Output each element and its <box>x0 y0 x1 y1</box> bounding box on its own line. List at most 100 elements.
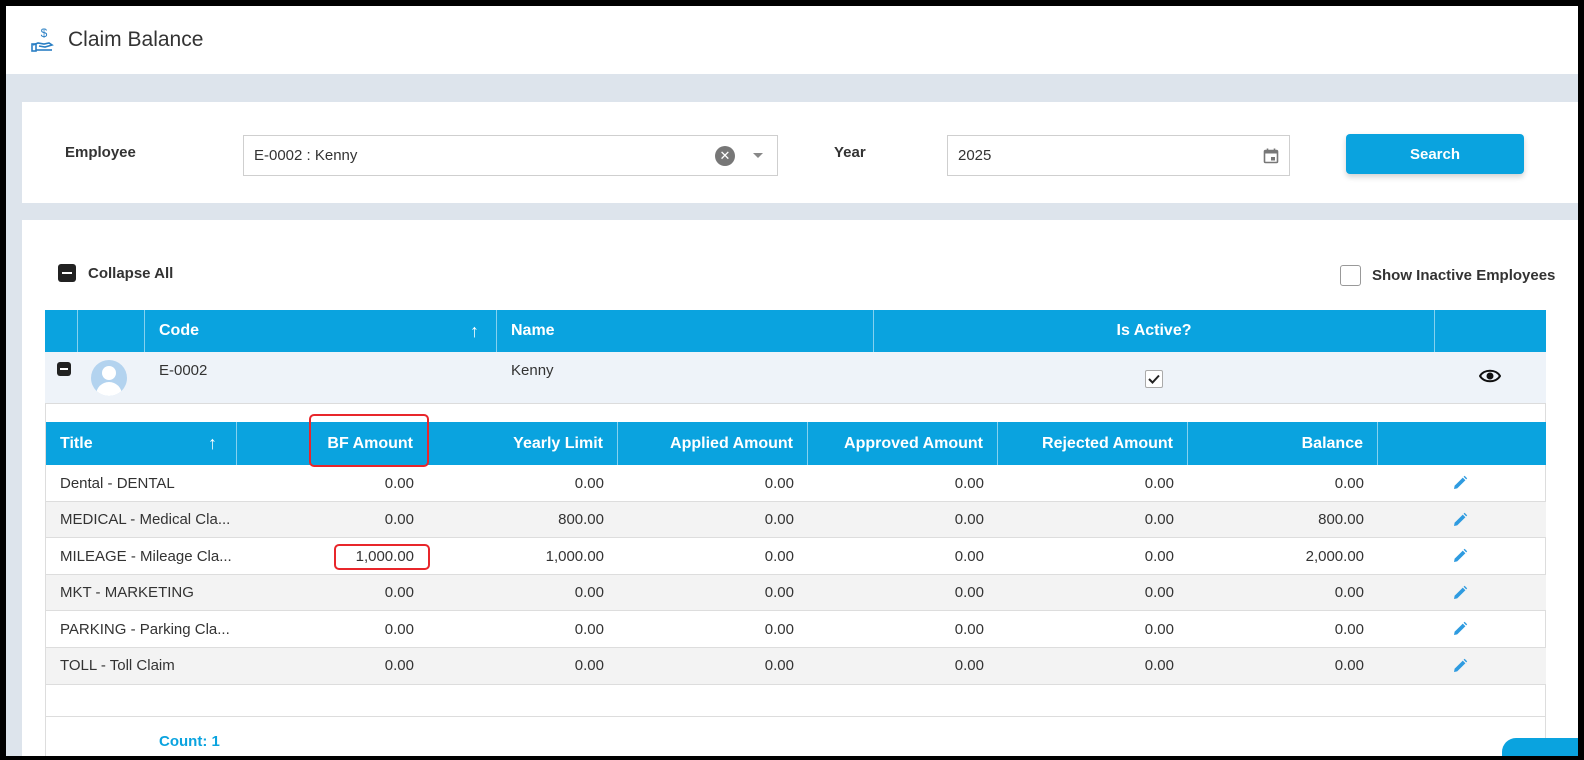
claim-applied-amount: 0.00 <box>764 657 794 675</box>
year-input[interactable]: 2025 <box>947 135 1290 176</box>
table-row[interactable]: TOLL - Toll Claim 0.00 0.00 0.00 0.00 0.… <box>46 647 1546 685</box>
claim-bf-amount: 0.00 <box>384 474 414 492</box>
claim-balance: 0.00 <box>1334 620 1364 638</box>
claim-approved-amount: 0.00 <box>954 584 984 602</box>
header-yearly-limit[interactable]: Yearly Limit <box>428 422 618 465</box>
header-rejected-amount[interactable]: Rejected Amount <box>998 422 1188 465</box>
claim-title: MILEAGE - Mileage Cla... <box>60 547 232 565</box>
header-avatar-col <box>78 310 145 352</box>
header-approved-amount[interactable]: Approved Amount <box>808 422 998 465</box>
claim-bf-amount: 0.00 <box>384 584 414 602</box>
claim-rejected-amount: 0.00 <box>1144 511 1174 529</box>
check-icon <box>1148 374 1160 384</box>
header-expand-col <box>45 310 78 352</box>
claim-yearly-limit: 0.00 <box>574 474 604 492</box>
svg-text:$: $ <box>41 26 48 40</box>
row-collapse-icon[interactable] <box>57 362 71 376</box>
header-balance-label: Balance <box>1301 434 1363 452</box>
claim-rejected-amount: 0.00 <box>1144 657 1174 675</box>
claim-bf-amount: 0.00 <box>384 511 414 529</box>
employee-select[interactable]: E-0002 : Kenny ✕ <box>243 135 778 176</box>
clear-icon[interactable]: ✕ <box>715 145 735 166</box>
header-code-label: Code <box>159 322 199 339</box>
claim-yearly-limit: 1,000.00 <box>545 547 604 565</box>
sort-asc-icon[interactable]: ↑ <box>470 321 479 342</box>
claim-title: Dental - DENTAL <box>60 474 175 492</box>
edit-pencil-icon[interactable] <box>1452 658 1468 674</box>
grid-header: Code ↑ Name Is Active? <box>45 310 1546 352</box>
claim-applied-amount: 0.00 <box>764 511 794 529</box>
claim-approved-amount: 0.00 <box>954 511 984 529</box>
chevron-down-icon[interactable] <box>753 153 763 158</box>
claim-yearly-limit: 0.00 <box>574 584 604 602</box>
filter-panel: Employee E-0002 : Kenny ✕ Year 2025 Sear… <box>22 102 1578 203</box>
edit-pencil-icon[interactable] <box>1452 548 1468 564</box>
header-rejected-amount-label: Rejected Amount <box>1042 434 1173 452</box>
claim-detail-grid: Title ↑ BF Amount Yearly Limit Applied A… <box>45 404 1546 716</box>
calendar-icon[interactable] <box>1263 148 1279 164</box>
header-applied-amount[interactable]: Applied Amount <box>618 422 808 465</box>
table-row[interactable]: E-0002 Kenny <box>45 352 1546 404</box>
header-actions-col <box>1435 310 1546 352</box>
header-code[interactable]: Code ↑ <box>145 310 497 352</box>
edit-pencil-icon[interactable] <box>1452 585 1468 601</box>
claim-rows: Dental - DENTAL 0.00 0.00 0.00 0.00 0.00… <box>46 465 1546 685</box>
page-header: $ Claim Balance <box>6 6 1578 74</box>
highlight-box-bf-value <box>334 544 430 570</box>
year-label: Year <box>834 144 866 161</box>
header-title[interactable]: Title ↑ <box>46 422 237 465</box>
claim-rejected-amount: 0.00 <box>1144 547 1174 565</box>
claim-balance: 0.00 <box>1334 584 1364 602</box>
sort-asc-icon[interactable]: ↑ <box>208 433 217 454</box>
header-name[interactable]: Name <box>497 310 874 352</box>
table-row[interactable]: PARKING - Parking Cla... 0.00 0.00 0.00 … <box>46 611 1546 648</box>
claim-bf-amount: 0.00 <box>384 620 414 638</box>
claim-approved-amount: 0.00 <box>954 620 984 638</box>
highlight-box-bf-header <box>309 414 429 467</box>
claim-title: MEDICAL - Medical Cla... <box>60 511 231 529</box>
claim-yearly-limit: 0.00 <box>574 657 604 675</box>
hand-coin-icon: $ <box>31 26 54 52</box>
claim-approved-amount: 0.00 <box>954 474 984 492</box>
claim-applied-amount: 0.00 <box>764 547 794 565</box>
show-inactive-toggle[interactable]: Show Inactive Employees <box>1340 265 1555 286</box>
claim-balance: 2,000.00 <box>1305 547 1364 565</box>
header-is-active-label: Is Active? <box>1116 322 1192 339</box>
edit-pencil-icon[interactable] <box>1452 621 1468 637</box>
table-row[interactable]: Dental - DENTAL 0.00 0.00 0.00 0.00 0.00… <box>46 465 1546 502</box>
edit-pencil-icon[interactable] <box>1452 475 1468 491</box>
claim-applied-amount: 0.00 <box>764 584 794 602</box>
table-row[interactable]: MEDICAL - Medical Cla... 0.00 800.00 0.0… <box>46 501 1546 539</box>
claim-title: MKT - MARKETING <box>60 584 194 602</box>
eye-icon[interactable] <box>1479 368 1501 384</box>
grid-footer: Count: 1 <box>45 716 1546 756</box>
record-count: Count: 1 <box>159 733 220 750</box>
claim-approved-amount: 0.00 <box>954 657 984 675</box>
year-input-value: 2025 <box>958 147 992 164</box>
collapse-all-button[interactable]: Collapse All <box>58 264 173 282</box>
search-button[interactable]: Search <box>1346 134 1524 174</box>
table-row[interactable]: MKT - MARKETING 0.00 0.00 0.00 0.00 0.00… <box>46 574 1546 612</box>
table-row[interactable]: MILEAGE - Mileage Cla... 1,000.00 1,000.… <box>46 538 1546 575</box>
header-yearly-limit-label: Yearly Limit <box>513 434 603 452</box>
employee-name: Kenny <box>511 362 554 379</box>
is-active-checkbox <box>1145 370 1163 388</box>
edit-pencil-icon[interactable] <box>1452 512 1468 528</box>
claim-grid-header: Title ↑ BF Amount Yearly Limit Applied A… <box>46 422 1546 465</box>
claim-yearly-limit: 0.00 <box>574 620 604 638</box>
employee-label: Employee <box>65 144 136 161</box>
header-balance[interactable]: Balance <box>1188 422 1378 465</box>
floating-action-button[interactable] <box>1502 738 1578 756</box>
show-inactive-checkbox[interactable] <box>1340 265 1361 286</box>
header-title-label: Title <box>60 434 93 452</box>
claim-balance: 0.00 <box>1334 474 1364 492</box>
avatar <box>91 360 127 396</box>
app-window: $ Claim Balance Employee E-0002 : Kenny … <box>6 6 1578 756</box>
header-is-active[interactable]: Is Active? <box>874 310 1435 352</box>
header-applied-amount-label: Applied Amount <box>670 434 793 452</box>
header-edit-col <box>1378 422 1546 465</box>
header-name-label: Name <box>511 322 555 339</box>
claim-balance: 800.00 <box>1318 511 1364 529</box>
claim-balance: 0.00 <box>1334 657 1364 675</box>
header-approved-amount-label: Approved Amount <box>844 434 983 452</box>
